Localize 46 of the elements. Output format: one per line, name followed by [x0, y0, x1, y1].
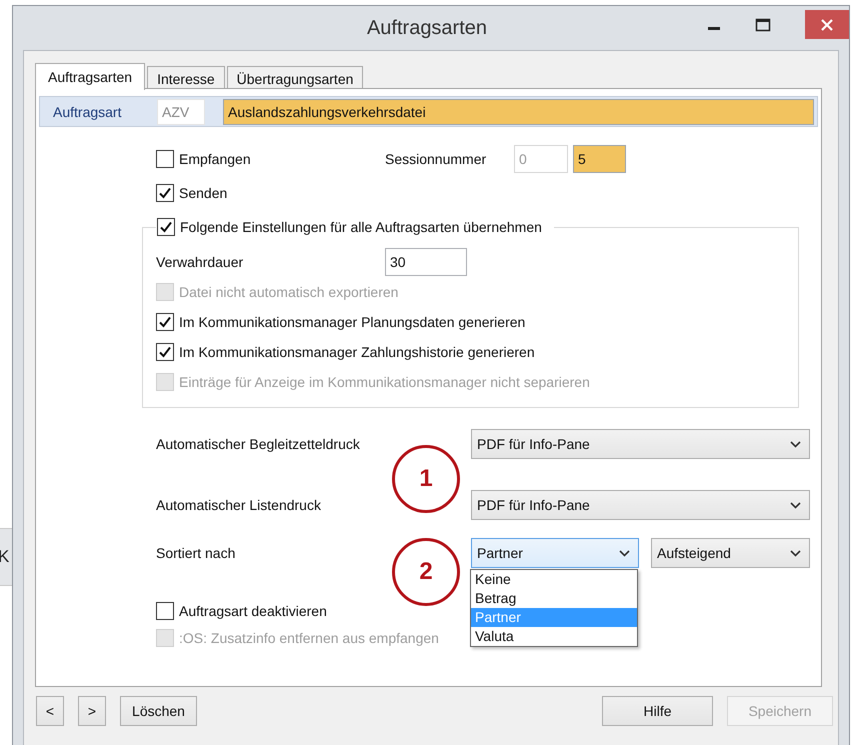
window-title: Auftragsarten	[366, 16, 488, 40]
maximize-icon[interactable]	[755, 18, 771, 32]
checkbox-label: Im Kommunikationsmanager Planungsdaten generieren	[179, 314, 526, 330]
close-icon	[820, 18, 834, 32]
field-label: Automatischer Listendruck	[156, 497, 322, 513]
caret-icon	[790, 502, 801, 508]
input-field[interactable]: 30	[385, 248, 467, 276]
list-item[interactable]: Valuta	[471, 627, 637, 646]
checkbox-label: :OS: Zusatzinfo entfernen aus empfangen	[179, 630, 439, 646]
close-button[interactable]	[805, 10, 849, 39]
field-label: Auftragsart	[52, 104, 122, 120]
checkbox-label: Im Kommunikationsmanager Zahlungshistorie generieren	[179, 344, 535, 360]
checkbox-label: Datei nicht automatisch exportieren	[179, 284, 398, 300]
button[interactable]: <	[36, 696, 64, 726]
button[interactable]: Löschen	[120, 696, 197, 726]
number-callout: 1	[392, 445, 460, 513]
list-item[interactable]: Betrag	[471, 589, 637, 608]
checkbox-label: Einträge für Anzeige im Kommunikationsmanager nicht separieren	[179, 374, 590, 390]
checkbox[interactable]	[156, 184, 174, 202]
checkbox[interactable]	[156, 602, 174, 620]
number-callout: 2	[392, 538, 460, 606]
checkbox[interactable]	[156, 150, 174, 168]
caret-icon	[619, 550, 630, 556]
input-field[interactable]: 5	[573, 145, 626, 173]
checkbox[interactable]	[156, 313, 174, 331]
name-field[interactable]: Auslandszahlungsverkehrsdatei	[223, 98, 814, 124]
checkbox[interactable]	[156, 343, 174, 361]
button[interactable]: Hilfe	[602, 696, 713, 726]
dropdown[interactable]: Partner	[471, 538, 639, 568]
dropdown[interactable]: PDF für Info-Pane	[471, 490, 810, 520]
field-label: Sortiert nach	[156, 545, 236, 561]
checkbox-label: Folgende Einstellungen für alle Auftragsarten übernehmen	[180, 219, 542, 235]
checkbox-label: Senden	[179, 185, 228, 201]
tab[interactable]: Auftragsarten	[35, 63, 146, 90]
caret-icon	[790, 550, 801, 556]
checkbox-label: Auftragsart deaktivieren	[179, 602, 327, 618]
list-item[interactable]: Keine	[471, 570, 637, 589]
field-label: Verwahrdauer	[156, 254, 244, 270]
dropdown[interactable]: Aufsteigend	[651, 538, 810, 568]
button[interactable]: >	[78, 696, 106, 726]
field-label: Sessionnummer	[385, 151, 488, 167]
caret-icon	[790, 440, 801, 448]
field-label: Automatischer Begleitzetteldruck	[156, 436, 361, 452]
checkbox-label: Empfangen	[179, 151, 251, 167]
checkbox[interactable]	[157, 218, 175, 236]
dropdown[interactable]: PDF für Info-Pane	[471, 429, 810, 459]
